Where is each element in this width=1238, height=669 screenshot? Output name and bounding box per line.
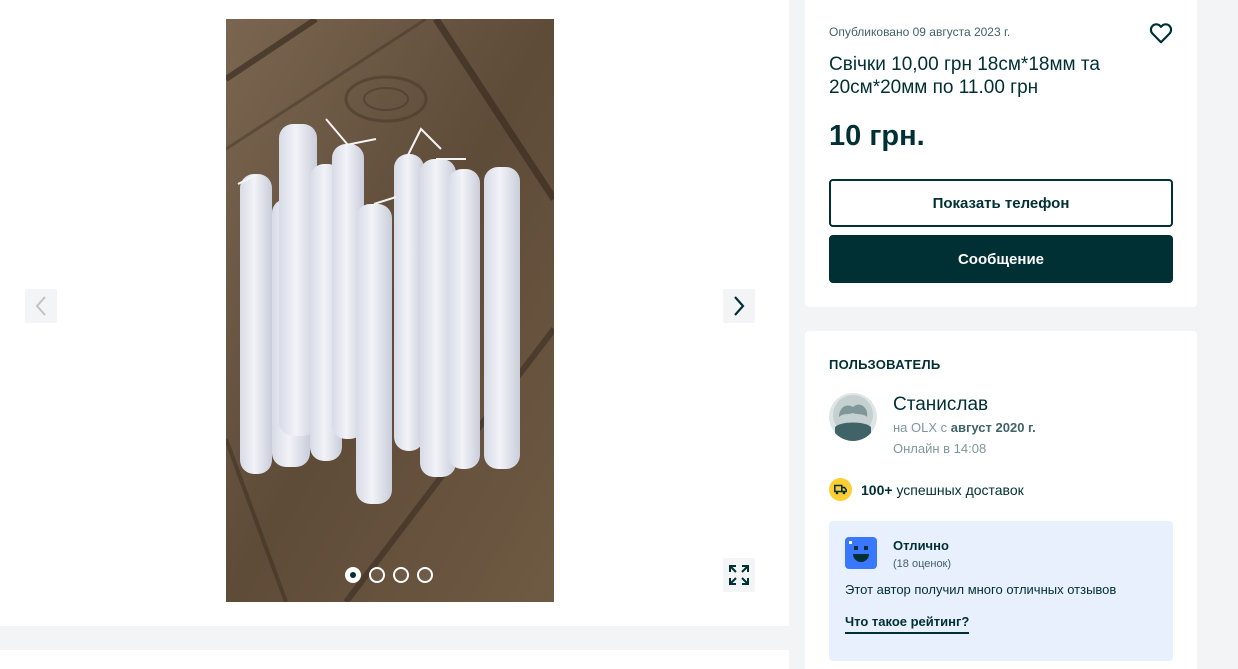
heart-icon [1149, 23, 1173, 44]
show-phone-button[interactable]: Показать телефон [829, 179, 1173, 227]
fullscreen-button[interactable] [723, 558, 755, 592]
delivery-text: 100+ успешных доставок [861, 482, 1024, 498]
ad-info-card: Опубликовано 09 августа 2023 г. Свічки 1… [805, 0, 1197, 307]
favorite-button[interactable] [1148, 20, 1174, 46]
gallery-pagination [345, 567, 433, 583]
chevron-left-icon [35, 296, 46, 316]
user-avatar-icon [829, 393, 877, 441]
avatar[interactable] [829, 393, 877, 441]
expand-icon [729, 565, 749, 585]
message-button[interactable]: Сообщение [829, 235, 1173, 283]
gallery-dot-1[interactable] [345, 567, 361, 583]
gallery-dot-4[interactable] [417, 567, 433, 583]
gallery-next-button[interactable] [723, 289, 755, 323]
ad-price: 10 грн. [829, 120, 925, 152]
gallery-dot-2[interactable] [369, 567, 385, 583]
rating-description: Этот автор получил много отличных отзыво… [845, 582, 1117, 597]
rating-box: Отлично (18 оценок) Этот автор получил м… [829, 521, 1173, 661]
photo-gallery [0, 0, 789, 626]
description-panel [0, 650, 789, 669]
rating-count: (18 оценок) [893, 558, 952, 570]
user-since-prefix: на OLX с [893, 420, 951, 435]
user-card: ПОЛЬЗОВАТЕЛЬ Станислав на OLX с август 2… [805, 331, 1197, 669]
user-name[interactable]: Станислав [893, 394, 988, 416]
user-since-date: август 2020 г. [950, 420, 1036, 435]
candles-image [226, 19, 554, 602]
delivery-label: успешных доставок [896, 481, 1024, 498]
truck-icon [829, 478, 852, 501]
ad-title: Свічки 10,00 грн 18см*18мм та 20см*20мм … [829, 54, 1100, 98]
posted-date: Опубликовано 09 августа 2023 г. [829, 25, 1011, 39]
gallery-prev-button[interactable] [25, 289, 57, 323]
listing-photo[interactable] [226, 19, 554, 602]
rating-info-link[interactable]: Что такое рейтинг? [845, 614, 970, 634]
user-since: на OLX с август 2020 г. [893, 420, 1036, 435]
delivery-stats: 100+ успешных доставок [829, 478, 1024, 501]
rating-label: Отлично [893, 538, 949, 553]
chevron-right-icon [734, 296, 745, 316]
gallery-dot-3[interactable] [393, 567, 409, 583]
user-section-heading: ПОЛЬЗОВАТЕЛЬ [829, 357, 941, 372]
smiley-icon [845, 537, 877, 569]
delivery-count: 100+ [861, 481, 893, 498]
user-online-status: Онлайн в 14:08 [893, 441, 987, 456]
